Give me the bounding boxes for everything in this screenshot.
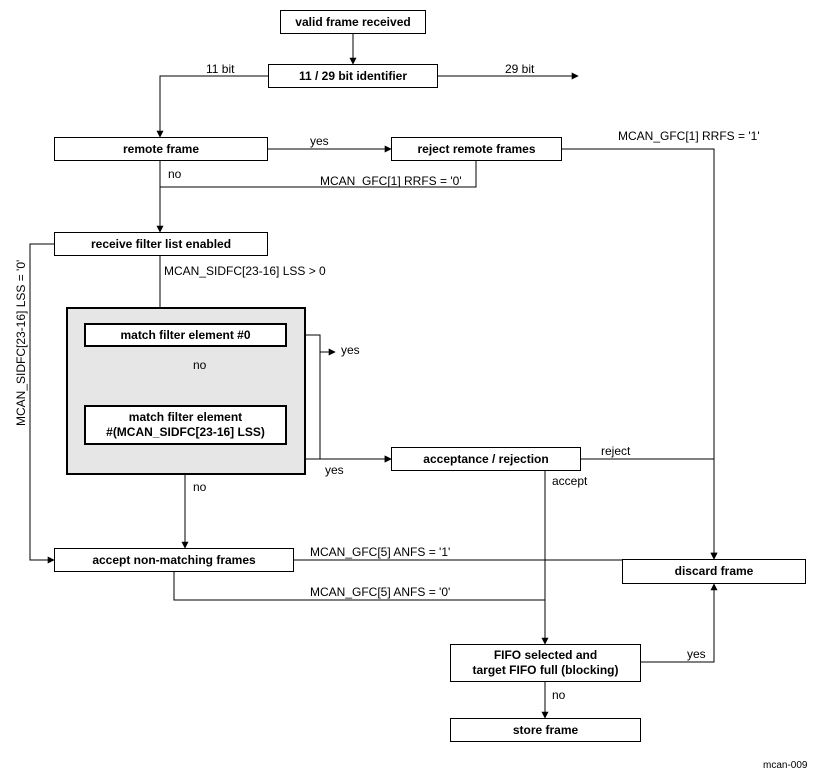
node-label: receive filter list enabled [91,237,231,252]
node-label: acceptance / rejection [423,452,548,467]
node-label: valid frame received [295,15,410,30]
figure-id: mcan-009 [763,760,807,771]
node-label: discard frame [675,564,754,579]
node-label: reject remote frames [417,142,535,157]
node-acceptance-rejection: acceptance / rejection [391,447,581,471]
node-accept-non-matching: accept non-matching frames [54,548,294,572]
node-match-filter-n: match filter element #(MCAN_SIDFC[23-16]… [84,405,287,445]
edge-label-no-matchn: no [193,480,206,494]
node-discard-frame: discard frame [622,559,806,584]
edge-label-no-remote: no [168,167,181,181]
node-label: accept non-matching frames [92,553,255,568]
edge-label-yes-remote: yes [310,134,329,148]
edge-label-anfs0: MCAN_GFC[5] ANFS = '0' [310,585,450,599]
edge-label-yes-matchn: yes [325,463,344,477]
edge-label-lss-eq0: MCAN_SIDFC[23-16] LSS = '0' [14,260,28,426]
node-label: match filter element #0 [120,328,250,343]
edge-label-29-bit: 29 bit [505,62,534,76]
edge-label-no-fifo: no [552,688,565,702]
node-receive-filter-list-enabled: receive filter list enabled [54,232,268,256]
node-label: store frame [513,723,578,738]
edge-label-rrfs0: MCAN_GFC[1] RRFS = '0' [320,174,462,188]
node-remote-frame: remote frame [54,137,268,161]
edge-label-rrfs1: MCAN_GFC[1] RRFS = '1' [618,129,760,143]
edge-label-lss-gt0: MCAN_SIDFC[23-16] LSS > 0 [164,264,326,278]
node-label: remote frame [123,142,199,157]
edge-label-no-match0: no [193,358,206,372]
node-identifier: 11 / 29 bit identifier [268,64,438,88]
edge-label-yes-fifo: yes [687,647,706,661]
node-label: FIFO selected and target FIFO full (bloc… [473,648,619,678]
edge-label-yes-match0: yes [341,343,360,357]
node-reject-remote-frames: reject remote frames [391,137,562,161]
edge-label-anfs1: MCAN_GFC[5] ANFS = '1' [310,545,450,559]
node-valid-frame-received: valid frame received [280,10,426,34]
edge-label-accept: accept [552,474,587,488]
edge-label-reject: reject [601,444,630,458]
node-label: match filter element #(MCAN_SIDFC[23-16]… [106,410,265,440]
node-match-filter-0: match filter element #0 [84,323,287,347]
node-fifo-full-blocking: FIFO selected and target FIFO full (bloc… [450,644,641,682]
node-store-frame: store frame [450,718,641,742]
edge-label-11-bit: 11 bit [206,62,234,76]
node-label: 11 / 29 bit identifier [299,69,407,84]
